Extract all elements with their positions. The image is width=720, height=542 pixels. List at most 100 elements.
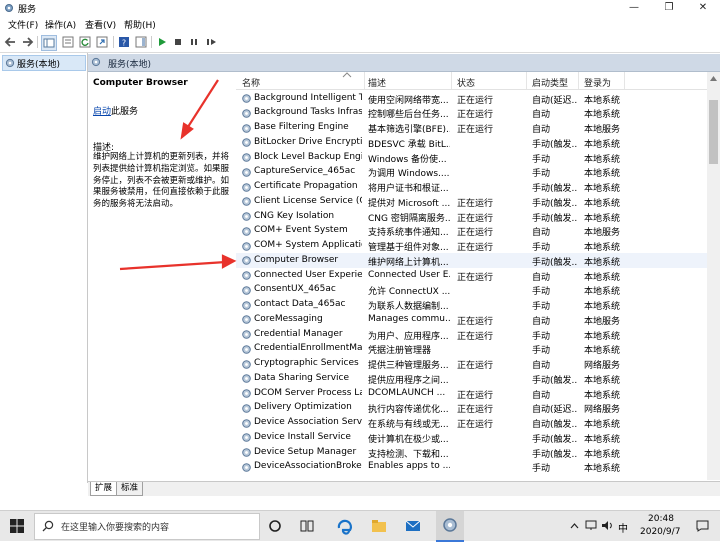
service-row[interactable]: DeviceAssociationBroker... Enables apps t… — [236, 460, 707, 475]
chevron-up-icon[interactable] — [570, 522, 579, 529]
column-header-startup-type[interactable]: 启动类型 — [532, 76, 568, 89]
service-description: 提供三种管理服务... — [368, 361, 449, 371]
notification-icon[interactable] — [696, 520, 709, 532]
service-row[interactable]: Computer Browser 维护网络上计算机... 手动(触发... 本地系统 — [236, 253, 707, 268]
service-row[interactable]: Base Filtering Engine 基本筛选引擎(BFE)... 正在运行 自… — [236, 121, 707, 136]
service-row[interactable]: Block Level Backup Engi... Windows 备份使...… — [236, 150, 707, 165]
show-hide-action-pane-icon[interactable] — [134, 35, 148, 49]
service-row[interactable]: CNG Key Isolation CNG 密钥隔离服务... 正在运行 手动(触发.… — [236, 209, 707, 224]
start-service-icon[interactable] — [155, 35, 169, 49]
console-tree-icon[interactable] — [41, 35, 57, 51]
gear-icon — [242, 344, 251, 354]
properties-icon[interactable] — [61, 35, 75, 49]
task-view-icon[interactable] — [297, 516, 317, 536]
service-row[interactable]: Background Intelligent T... 使用空闲网络带宽... 正在… — [236, 91, 707, 106]
service-description: 将用户证书和根证... — [368, 184, 449, 194]
column-header-status[interactable]: 状态 — [457, 76, 475, 89]
file-explorer-icon[interactable] — [369, 516, 389, 536]
service-row[interactable]: Device Install Service 使计算机在极少或... 手动(触发..… — [236, 430, 707, 445]
gear-icon — [242, 418, 251, 428]
service-row[interactable]: Cryptographic Services 提供三种管理服务... 正在运行 自动 网… — [236, 357, 707, 372]
service-row[interactable]: Credential Manager 为用户、应用程序... 正在运行 手动 本地系统 — [236, 327, 707, 342]
forward-icon[interactable] — [20, 35, 34, 49]
service-startup-type: 手动(触发... — [532, 257, 578, 268]
cortana-icon[interactable] — [265, 516, 285, 536]
service-row[interactable]: Delivery Optimization 执行内容传递优化... 正在运行 自动(延… — [236, 401, 707, 416]
export-list-icon[interactable] — [95, 35, 109, 49]
ime-indicator[interactable]: 中 — [618, 520, 628, 535]
refresh-icon[interactable] — [78, 35, 92, 49]
back-icon[interactable] — [4, 35, 18, 49]
service-row[interactable]: Client License Service (Cli... 提供对 Micros… — [236, 194, 707, 209]
service-startup-type: 手动(触发... — [532, 184, 578, 194]
scroll-up-icon[interactable] — [710, 76, 717, 81]
service-row[interactable]: Connected User Experien... Connected User… — [236, 268, 707, 283]
column-header-log-on-as[interactable]: 登录为 — [584, 76, 611, 89]
tree-item-services-local[interactable]: 服务(本地) — [2, 55, 86, 71]
stop-service-icon[interactable] — [171, 35, 185, 49]
network-icon[interactable] — [585, 520, 597, 531]
taskbar-search-box[interactable]: 在这里输入你要搜索的内容 — [34, 513, 260, 540]
service-row[interactable]: ConsentUX_465ac 允许 ConnectUX ... 手动 本地系统 — [236, 283, 707, 298]
gear-icon — [242, 197, 251, 207]
service-row[interactable]: BitLocker Drive Encryptio... BDESVC 承载 Bi… — [236, 135, 707, 150]
column-divider[interactable] — [624, 72, 625, 89]
windows-start-icon[interactable] — [10, 519, 24, 533]
close-button[interactable]: ✕ — [686, 0, 720, 16]
menu-view[interactable]: 查看(V) — [85, 18, 116, 31]
start-service-link[interactable]: 启动 — [93, 107, 111, 117]
gear-icon — [242, 285, 251, 295]
menu-action[interactable]: 操作(A) — [45, 18, 76, 31]
service-startup-type: 手动(触发... — [532, 213, 578, 224]
maximize-button[interactable]: ❐ — [652, 0, 686, 16]
help-icon[interactable]: ? — [117, 35, 131, 49]
column-header-description[interactable]: 描述 — [368, 76, 386, 89]
service-row[interactable]: DCOM Server Process La... DCOMLAUNCH ... 正… — [236, 386, 707, 401]
service-name: Device Association Service — [254, 417, 362, 427]
edge-browser-icon[interactable] — [335, 516, 355, 536]
service-description: 管理基于组件对象... — [368, 243, 449, 253]
svg-text:?: ? — [122, 39, 126, 48]
service-row[interactable]: Contact Data_465ac 为联系人数据编制... 手动 本地系统 — [236, 298, 707, 313]
menu-help[interactable]: 帮助(H) — [124, 18, 156, 31]
tab-extended[interactable]: 扩展 — [90, 482, 118, 496]
volume-icon[interactable] — [601, 520, 613, 531]
service-startup-type: 手动 — [532, 154, 551, 165]
service-row[interactable]: CoreMessaging Manages commu... 正在运行 自动 本地服务 — [236, 312, 707, 327]
minimize-button[interactable]: — — [617, 0, 651, 16]
service-row[interactable]: COM+ Event System 支持系统事件通知... 正在运行 自动 本地服务 — [236, 224, 707, 239]
mail-icon[interactable] — [403, 516, 423, 536]
service-description: 凭据注册管理器 — [368, 346, 432, 357]
column-divider[interactable] — [526, 72, 527, 89]
service-row[interactable]: Certificate Propagation 将用户证书和根证... 手动(触发.… — [236, 180, 707, 195]
service-name: DCOM Server Process La... — [254, 387, 362, 398]
pause-service-icon[interactable] — [187, 35, 201, 49]
taskbar-services-button[interactable] — [436, 511, 464, 542]
selected-service-title: Computer Browser — [93, 78, 188, 88]
column-divider[interactable] — [451, 72, 452, 89]
service-description: Windows 备份使... — [368, 154, 447, 165]
service-row[interactable]: Data Sharing Service 提供应用程序之间... 手动(触发... 本… — [236, 371, 707, 386]
column-header-name[interactable]: 名称 — [242, 76, 260, 89]
menu-file[interactable]: 文件(F) — [8, 18, 38, 31]
service-row[interactable]: CredentialEnrollmentMan... 凭据注册管理器 手动 本地系统 — [236, 342, 707, 357]
gear-icon — [242, 241, 251, 251]
tab-standard[interactable]: 标准 — [116, 482, 144, 496]
clock-time[interactable]: 20:48 — [648, 514, 674, 524]
service-row[interactable]: Device Association Service 在系统与有线或无... 正在运… — [236, 416, 707, 431]
restart-service-icon[interactable] — [204, 35, 218, 49]
service-description: 提供应用程序之间... — [368, 375, 449, 386]
service-log-on-as: 本地系统 — [584, 331, 621, 342]
description-text: 维护网络上计算机的更新列表，并将列表提供给计算机指定浏览。如果服务停止，列表不会… — [93, 152, 230, 210]
service-startup-type: 手动(触发... — [532, 375, 578, 386]
service-startup-type: 自动 — [532, 228, 551, 239]
service-row[interactable]: Device Setup Manager 支持检测、下载和... 手动(触发... 本… — [236, 445, 707, 460]
service-row[interactable]: CaptureService_465ac 为调用 Windows.... 手动 本地系… — [236, 165, 707, 180]
vertical-scrollbar[interactable] — [707, 72, 720, 480]
service-row[interactable]: Background Tasks Infras... 控制哪些后台任务... 正在运… — [236, 106, 707, 121]
scrollbar-thumb[interactable] — [709, 100, 718, 164]
column-divider[interactable] — [364, 72, 365, 89]
service-row[interactable]: COM+ System Application 管理基于组件对象... 正在运行 手动… — [236, 239, 707, 254]
column-divider[interactable] — [578, 72, 579, 89]
clock-date[interactable]: 2020/9/7 — [640, 527, 680, 537]
